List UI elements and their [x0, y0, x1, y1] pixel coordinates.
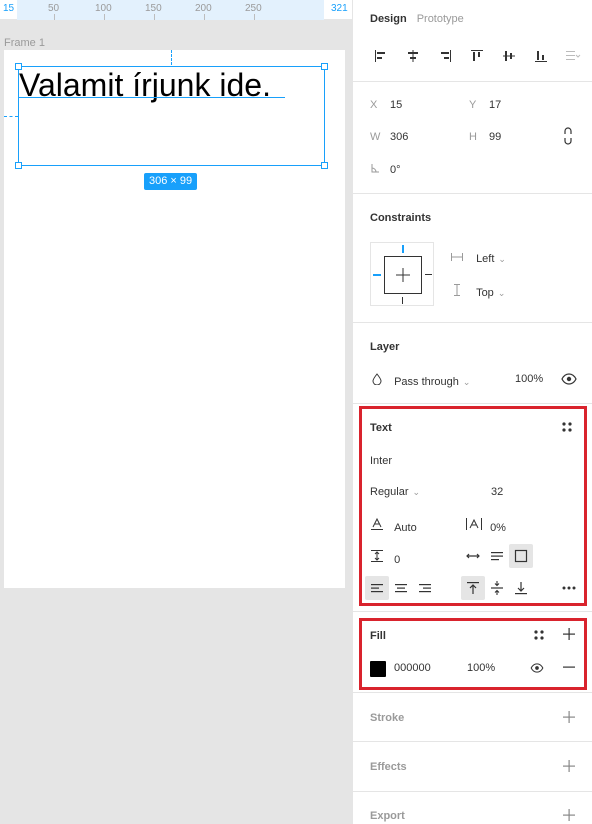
add-effect-icon[interactable] — [563, 760, 575, 775]
ruler-tick — [104, 14, 105, 20]
constraints-title: Constraints — [370, 212, 432, 224]
y-field[interactable]: Y 17 — [469, 99, 501, 111]
resize-handle-top-left[interactable] — [15, 63, 22, 70]
ruler-left-value: 15 — [3, 3, 15, 14]
spacing-guide-horizontal — [4, 116, 18, 117]
add-export-icon[interactable] — [563, 809, 575, 824]
dimension-badge: 306 × 99 — [144, 173, 198, 190]
resize-handle-bottom-right[interactable] — [321, 162, 328, 169]
layer-section: Layer Pass through ⌄ 100% — [353, 323, 592, 404]
export-title: Export — [370, 810, 405, 822]
resize-handle-top-right[interactable] — [321, 63, 328, 70]
drop-icon — [372, 373, 382, 388]
constrain-proportions-icon[interactable] — [563, 127, 573, 148]
ruler-tick — [54, 14, 55, 20]
canvas[interactable]: 15 50 100 150 200 250 321 Frame 1 Valami… — [0, 0, 352, 824]
constraint-left-active[interactable] — [373, 274, 381, 276]
effects-title: Effects — [370, 761, 407, 773]
constraints-widget[interactable] — [370, 242, 434, 306]
x-value: 15 — [390, 99, 403, 111]
selection-box[interactable] — [18, 66, 325, 166]
ruler-label: 50 — [48, 3, 60, 14]
constraint-bottom[interactable] — [402, 297, 403, 304]
layer-opacity-field[interactable]: 100% — [515, 373, 543, 385]
horizontal-constraint-value: Left — [476, 253, 495, 265]
y-label: Y — [469, 99, 477, 111]
w-label: W — [370, 131, 381, 143]
chevron-down-icon: ⌄ — [462, 377, 471, 387]
rotation-field[interactable]: 0° — [370, 163, 401, 176]
ruler-selection-range — [17, 0, 324, 20]
y-value: 17 — [489, 99, 502, 111]
horizontal-constraint-icon — [451, 253, 463, 265]
vertical-constraint-icon — [451, 284, 463, 299]
rotation-value: 0° — [390, 164, 401, 176]
alignment-toolbar — [365, 44, 589, 68]
height-field[interactable]: H 99 — [469, 131, 501, 143]
export-section: Export — [353, 792, 592, 824]
stroke-title: Stroke — [370, 712, 405, 724]
h-label: H — [469, 131, 477, 143]
resize-handle-bottom-left[interactable] — [15, 162, 22, 169]
tab-design[interactable]: Design — [370, 13, 407, 25]
vertical-constraint-dropdown[interactable]: Top ⌄ — [451, 284, 505, 299]
x-field[interactable]: X 15 — [370, 99, 402, 111]
chevron-down-icon: ⌄ — [498, 254, 506, 264]
constraint-top-active[interactable] — [402, 245, 404, 253]
ruler-tick — [154, 14, 155, 20]
ruler-label: 100 — [95, 3, 112, 14]
align-vertical-center-icon[interactable] — [493, 44, 525, 68]
panel-tabs: Design Prototype — [370, 13, 464, 25]
width-field[interactable]: W 306 — [370, 131, 408, 143]
effects-section: Effects — [353, 742, 592, 792]
fill-section-highlight — [359, 618, 587, 690]
position-section: X 15 Y 17 W 306 H 99 0° — [353, 82, 592, 194]
constraint-right[interactable] — [425, 274, 432, 275]
properties-panel: Design Prototype X 15 Y 17 W 306 H 99 0°… — [352, 0, 592, 824]
align-right-icon[interactable] — [429, 44, 461, 68]
ruler-tick — [254, 14, 255, 20]
chevron-down-icon: ⌄ — [497, 288, 506, 298]
align-left-icon[interactable] — [365, 44, 397, 68]
blend-mode-value: Pass through — [394, 376, 459, 388]
ruler-label: 250 — [245, 3, 262, 14]
x-label: X — [370, 99, 378, 111]
design-header-section: Design Prototype — [353, 0, 592, 82]
ruler-tick — [204, 14, 205, 20]
ruler-label: 150 — [145, 3, 162, 14]
align-top-icon[interactable] — [461, 44, 493, 68]
add-stroke-icon[interactable] — [563, 711, 575, 726]
h-value: 99 — [489, 131, 502, 143]
horizontal-constraint-dropdown[interactable]: Left ⌄ — [451, 252, 506, 265]
w-value: 306 — [390, 131, 409, 143]
blend-mode-dropdown[interactable]: Pass through ⌄ — [372, 373, 470, 388]
align-horizontal-center-icon[interactable] — [397, 44, 429, 68]
ruler-right-value: 321 — [331, 3, 348, 14]
vertical-constraint-value: Top — [476, 287, 494, 299]
frame-label[interactable]: Frame 1 — [4, 37, 45, 49]
stroke-section: Stroke — [353, 693, 592, 742]
eye-icon[interactable] — [561, 373, 577, 388]
distribute-spacing-icon[interactable] — [557, 44, 589, 68]
horizontal-ruler: 15 50 100 150 200 250 321 — [0, 0, 352, 20]
align-bottom-icon[interactable] — [525, 44, 557, 68]
constraints-inner-box — [384, 256, 422, 294]
text-section-highlight — [359, 406, 587, 606]
tab-prototype[interactable]: Prototype — [417, 13, 464, 25]
rotation-icon — [370, 163, 390, 176]
layer-title: Layer — [370, 341, 400, 353]
ruler-label: 200 — [195, 3, 212, 14]
